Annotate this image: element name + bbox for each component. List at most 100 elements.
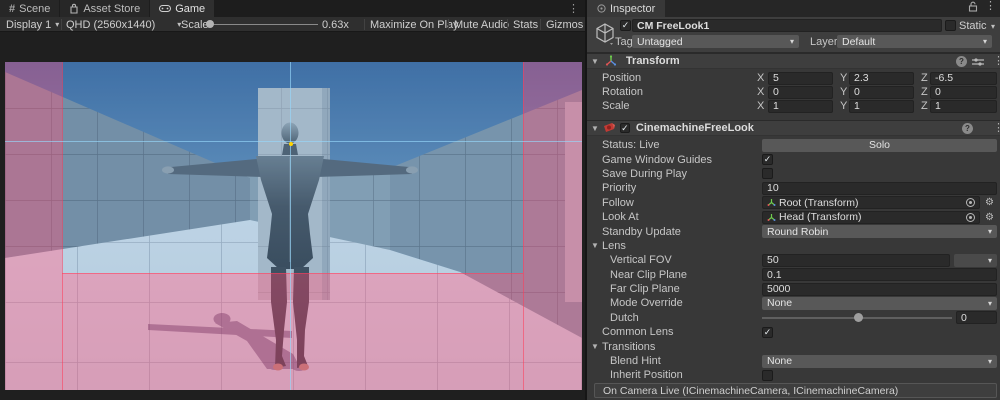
static-checkbox[interactable] <box>945 20 956 31</box>
scale-row: Scale X 1 Y 1 Z 1 <box>587 99 1000 113</box>
dutch-slider-thumb[interactable] <box>854 313 863 322</box>
inspector-menu-icon[interactable]: ⋮ <box>985 1 996 12</box>
standby-update-row: Standby Update Round Robin▾ <box>587 224 1000 238</box>
tab-inspector-label: Inspector <box>610 3 655 15</box>
stats-button[interactable]: Stats <box>513 17 538 32</box>
chevron-down-icon: ▾ <box>988 227 992 236</box>
gameobject-cube-icon[interactable] <box>594 22 616 46</box>
blend-hint-dropdown[interactable]: None▾ <box>762 355 997 368</box>
look-at-object-field[interactable]: Head (Transform) <box>762 211 980 224</box>
game-panel-menu-icon[interactable]: ⋮ <box>568 2 579 15</box>
toolbar-separator <box>364 19 365 30</box>
fov-preset-dropdown[interactable]: ▾ <box>954 254 997 267</box>
component-enabled-checkbox[interactable]: ✓ <box>620 123 630 133</box>
priority-field[interactable]: 10 <box>762 182 997 195</box>
mode-override-dropdown[interactable]: None▾ <box>762 297 997 310</box>
mute-audio-button[interactable]: Mute Audio <box>454 17 509 32</box>
gameobject-name-field[interactable]: CM FreeLook1 <box>632 19 942 32</box>
component-menu-icon[interactable]: ⋮ <box>993 56 1000 67</box>
layer-dropdown[interactable]: Default▾ <box>837 35 992 48</box>
standby-update-label: Standby Update <box>602 226 681 238</box>
foldout-icon[interactable]: ▼ <box>591 124 599 133</box>
toolbar-separator <box>507 19 508 30</box>
scale-label: Scale <box>602 100 630 112</box>
vertical-fov-row: Vertical FOV 50 ▾ <box>587 253 1000 267</box>
toolbar-separator <box>540 19 541 30</box>
scene-render <box>5 62 582 390</box>
position-y-field[interactable]: 2.3 <box>849 72 914 85</box>
scale-slider-track[interactable] <box>206 24 318 25</box>
far-clip-field[interactable]: 5000 <box>762 283 997 296</box>
game-window-guides-checkbox[interactable]: ✓ <box>762 154 773 165</box>
far-clip-row: Far Clip Plane 5000 <box>587 282 1000 296</box>
chevron-down-icon: ▾ <box>988 299 992 308</box>
far-clip-label: Far Clip Plane <box>610 283 680 295</box>
maximize-on-play-button[interactable]: Maximize On Play <box>370 17 459 32</box>
scale-y-field[interactable]: 1 <box>849 100 914 113</box>
game-panel: # Scene Asset Store Game ⋮ Display 1 ▾ <box>0 0 585 400</box>
dutch-value-field[interactable]: 0 <box>956 311 997 324</box>
display-dropdown[interactable]: Display 1 ▾ <box>6 17 59 32</box>
static-dropdown-icon[interactable]: ▾ <box>991 22 995 31</box>
help-icon[interactable]: ? <box>962 123 973 134</box>
inherit-position-checkbox[interactable] <box>762 370 773 381</box>
rotation-y-field[interactable]: 0 <box>849 86 914 99</box>
priority-row: Priority 10 <box>587 181 1000 195</box>
transitions-title: Transitions <box>602 341 655 353</box>
tab-inspector[interactable]: Inspector <box>587 0 665 17</box>
foldout-icon[interactable]: ▼ <box>591 241 599 250</box>
near-clip-label: Near Clip Plane <box>610 269 687 281</box>
scale-value: 0.63x <box>322 17 349 32</box>
follow-object-field[interactable]: Root (Transform) <box>762 196 980 209</box>
tab-scene[interactable]: # Scene <box>0 0 59 17</box>
save-during-play-checkbox[interactable] <box>762 168 773 179</box>
game-viewport <box>5 62 582 390</box>
game-window-guides-label: Game Window Guides <box>602 154 712 166</box>
solo-button[interactable]: Solo <box>762 139 997 152</box>
scale-slider-thumb[interactable] <box>206 20 214 28</box>
lens-foldout-row[interactable]: ▼ Lens <box>587 239 1000 253</box>
gear-icon[interactable]: ⚙ <box>985 197 994 208</box>
gameobject-active-checkbox[interactable]: ✓ <box>620 20 631 31</box>
resolution-dropdown[interactable]: QHD (2560x1440) ▾ <box>66 17 181 32</box>
priority-label: Priority <box>602 182 636 194</box>
component-menu-icon[interactable]: ⋮ <box>993 123 1000 134</box>
transform-header[interactable]: ▼ Transform ? ⋮ <box>587 53 1000 69</box>
tag-dropdown[interactable]: Untagged▾ <box>632 35 799 48</box>
on-camera-live-event-box[interactable]: On Camera Live (ICinemachineCamera, ICin… <box>594 383 997 398</box>
foldout-icon[interactable]: ▼ <box>591 57 599 66</box>
on-camera-live-label: On Camera Live (ICinemachineCamera, ICin… <box>603 385 898 397</box>
scale-slider[interactable] <box>206 17 318 32</box>
standby-update-dropdown[interactable]: Round Robin▾ <box>762 225 997 238</box>
object-picker-icon[interactable] <box>966 213 975 222</box>
vertical-fov-field[interactable]: 50 <box>762 254 950 267</box>
transitions-foldout-row[interactable]: ▼ Transitions <box>587 339 1000 353</box>
check-icon: ✓ <box>764 155 772 164</box>
object-picker-icon[interactable] <box>966 198 975 207</box>
tab-asset-store-label: Asset Store <box>83 3 140 15</box>
position-z-field[interactable]: -6.5 <box>930 72 997 85</box>
scale-x-field[interactable]: 1 <box>768 100 833 113</box>
tab-game[interactable]: Game <box>150 0 214 17</box>
tab-asset-store[interactable]: Asset Store <box>60 0 149 17</box>
help-icon[interactable]: ? <box>956 56 967 67</box>
rotation-x-field[interactable]: 0 <box>768 86 833 99</box>
near-clip-field[interactable]: 0.1 <box>762 268 997 281</box>
presets-icon[interactable] <box>972 57 984 67</box>
common-lens-checkbox[interactable]: ✓ <box>762 327 773 338</box>
look-at-row: Look At Head (Transform) ⚙ <box>587 210 1000 224</box>
cinemachine-header[interactable]: ▼ ✓ CinemachineFreeLook ? ⋮ <box>587 120 1000 136</box>
dutch-slider[interactable] <box>762 313 952 323</box>
save-during-play-label: Save During Play <box>602 168 687 180</box>
follow-label: Follow <box>602 197 634 209</box>
rotation-z-field[interactable]: 0 <box>930 86 997 99</box>
gear-icon[interactable]: ⚙ <box>985 212 994 223</box>
gamepad-icon <box>159 4 171 13</box>
blend-hint-label: Blend Hint <box>610 355 661 367</box>
rotation-label: Rotation <box>602 86 643 98</box>
game-toolbar: Display 1 ▾ QHD (2560x1440) ▾ Scale 0.63… <box>0 17 585 32</box>
position-x-field[interactable]: 5 <box>768 72 833 85</box>
lock-icon[interactable] <box>968 1 978 12</box>
foldout-icon[interactable]: ▼ <box>591 342 599 351</box>
scale-z-field[interactable]: 1 <box>930 100 997 113</box>
